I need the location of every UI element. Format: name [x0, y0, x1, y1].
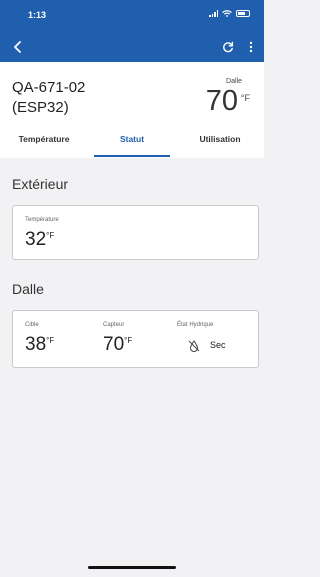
slab-sensor-label: Capteur: [103, 322, 125, 328]
more-options-button[interactable]: [242, 37, 260, 57]
tab-temperature[interactable]: Température: [0, 127, 88, 157]
app-bar: 1:13: [0, 0, 264, 62]
slab-summary-value: 70: [205, 85, 238, 117]
refresh-icon: [223, 41, 234, 53]
slab-sensor-number: 70: [103, 334, 125, 355]
slab-target-value: 38°F: [25, 334, 54, 356]
status-icons: [209, 10, 250, 17]
battery-icon: [236, 10, 250, 17]
tab-bar: Température Statut Utilisation: [0, 127, 264, 157]
slab-target-label: Cible: [25, 322, 39, 328]
tab-usage[interactable]: Utilisation: [176, 127, 264, 157]
tab-status[interactable]: Statut: [88, 127, 176, 157]
slab-summary-unit: °F: [240, 93, 250, 103]
slab-target-unit: °F: [46, 336, 55, 345]
slab-section-title: Dalle: [12, 281, 44, 297]
exterior-section-title: Extérieur: [12, 176, 69, 192]
wifi-icon: [222, 10, 232, 17]
exterior-card: Température 32°F: [12, 205, 259, 260]
slab-target-number: 38: [25, 334, 47, 355]
exterior-temperature-unit: °F: [46, 231, 55, 240]
home-indicator[interactable]: [88, 566, 176, 569]
exterior-temperature-value: 32°F: [25, 229, 54, 251]
status-time: 1:13: [28, 10, 47, 20]
back-button[interactable]: [8, 37, 28, 57]
device-name-line2: (ESP32): [12, 99, 69, 116]
slab-card: Cible 38°F Capteur 70°F État Hydrique Se…: [12, 310, 259, 368]
cellular-signal-icon: [209, 10, 218, 17]
device-name-line1: QA-671-02: [12, 79, 86, 96]
slab-hydric-label: État Hydrique: [177, 322, 214, 328]
chevron-left-icon: [14, 41, 21, 53]
nav-row: [0, 34, 264, 60]
status-bar: 1:13: [0, 0, 264, 30]
exterior-temperature-number: 32: [25, 229, 47, 250]
refresh-button[interactable]: [218, 37, 238, 57]
slab-sensor-value: 70°F: [103, 334, 132, 356]
water-drop-off-icon: [188, 340, 200, 352]
exterior-temperature-label: Température: [25, 217, 59, 223]
slab-sensor-unit: °F: [124, 336, 133, 345]
more-vertical-icon: [249, 41, 253, 53]
slab-hydric-value: Sec: [210, 340, 226, 350]
slab-summary-label: Dalle: [226, 78, 242, 85]
device-name: QA-671-02 (ESP32): [12, 78, 152, 118]
